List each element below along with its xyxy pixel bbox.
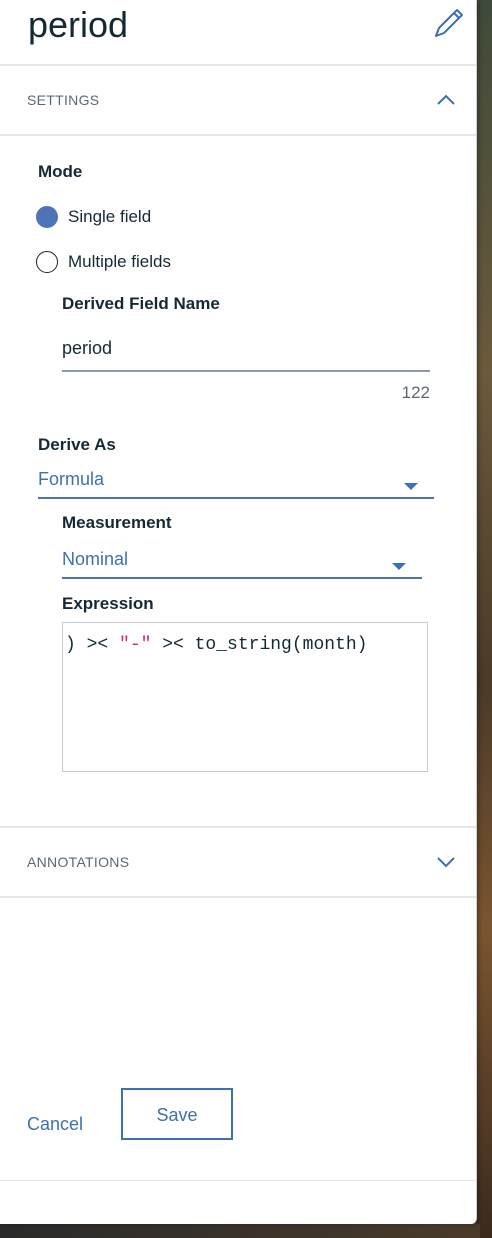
derive-as-dropdown[interactable]: Formula xyxy=(38,465,434,499)
cancel-button[interactable]: Cancel xyxy=(27,1114,83,1135)
derived-field-name-label: Derived Field Name xyxy=(62,294,220,313)
properties-panel: period SETTINGS Mode Single field Multip… xyxy=(0,0,477,1224)
caret-down-icon xyxy=(392,563,406,570)
expression-editor[interactable]: ) >< "-" >< to_string(month) xyxy=(62,622,428,772)
settings-section-label: SETTINGS xyxy=(27,92,100,108)
divider xyxy=(0,1180,476,1181)
radio-label: Single field xyxy=(68,207,152,226)
pencil-icon[interactable] xyxy=(430,4,468,42)
page-title: period xyxy=(28,4,129,45)
caret-down-icon xyxy=(404,483,418,490)
expression-code: ) >< xyxy=(65,635,120,655)
chevron-down-icon[interactable] xyxy=(434,852,458,872)
save-button[interactable]: Save xyxy=(121,1088,233,1140)
expression-string-literal: "-" xyxy=(119,635,152,655)
expression-label: Expression xyxy=(62,594,154,613)
radio-unselected-indicator[interactable] xyxy=(36,251,58,273)
radio-label: Multiple fields xyxy=(68,252,171,271)
divider xyxy=(0,896,476,898)
measurement-dropdown[interactable]: Nominal xyxy=(62,545,422,579)
radio-selected-indicator[interactable] xyxy=(36,206,58,228)
input-value: period xyxy=(62,338,113,358)
chevron-up-icon[interactable] xyxy=(434,90,458,110)
character-counter: 122 xyxy=(401,383,430,402)
expression-text: ) >< "-" >< to_string(month) xyxy=(65,635,367,655)
dropdown-value: Formula xyxy=(38,469,105,489)
expression-code: >< to_string(month) xyxy=(151,635,368,655)
annotations-section-label: ANNOTATIONS xyxy=(27,854,130,870)
settings-section-header[interactable]: SETTINGS xyxy=(0,66,476,134)
background-edge xyxy=(476,0,492,1238)
annotations-section-header[interactable]: ANNOTATIONS xyxy=(0,828,476,896)
derived-field-name-input[interactable]: period xyxy=(62,330,430,372)
measurement-label: Measurement xyxy=(62,513,172,532)
derive-as-label: Derive As xyxy=(38,435,116,454)
background-bottom xyxy=(0,1224,480,1238)
mode-label: Mode xyxy=(38,162,83,181)
divider xyxy=(0,134,476,136)
dropdown-value: Nominal xyxy=(62,549,129,569)
save-button-label: Save xyxy=(156,1105,198,1125)
